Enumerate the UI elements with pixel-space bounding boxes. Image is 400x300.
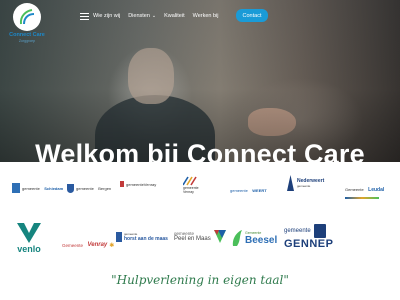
logo-venray[interactable]: Gemeente Venray ✱: [62, 236, 114, 254]
hero-banner: Welkom bij Connect Care: [0, 0, 400, 162]
tower-icon: [287, 175, 294, 191]
brand-logo[interactable]: Connect Care Zorggroep: [6, 2, 48, 50]
logo-venray-small[interactable]: gemeente Venray: [120, 181, 156, 187]
crest-icon: [116, 232, 122, 242]
logo-gennep[interactable]: gemeente GENNEP: [284, 224, 333, 250]
tagline: "Hulpverlening in eigen taal": [111, 273, 289, 287]
logo-bergen[interactable]: gemeente Bergen: [67, 179, 111, 197]
logo-horst-aan-de-maas[interactable]: gemeente horst aan de maas: [116, 232, 168, 242]
nav-kwaliteit[interactable]: Kwaliteit: [164, 13, 184, 19]
menu-icon[interactable]: [80, 12, 89, 20]
brand-subtitle: Zorggroep: [18, 39, 36, 43]
logo-nederweert[interactable]: Nederweert gemeente: [286, 175, 324, 191]
nav-werken-bij[interactable]: Werken bij: [193, 13, 219, 19]
logo-weert[interactable]: gemeente WEERT: [230, 181, 267, 199]
star-icon: ✱: [109, 242, 115, 249]
logo-venray-mark[interactable]: gemeente Venray: [183, 176, 199, 194]
municipality-logos: gemeente Schiedam gemeente Bergen gemeen…: [0, 170, 400, 270]
logo-leudal[interactable]: Gemeente Leudal: [345, 178, 384, 199]
crest-icon: [120, 181, 124, 187]
hero-overlay: [0, 0, 400, 162]
crest-icon: [67, 183, 74, 193]
logo-venlo[interactable]: venlo: [16, 222, 42, 254]
hero-title: Welkom bij Connect Care: [35, 139, 365, 162]
color-stripe: [345, 197, 379, 199]
crest-icon: [12, 183, 20, 193]
peel-en-maas-mark-icon: [213, 230, 226, 243]
chevron-down-icon: ⌄: [151, 13, 157, 19]
crest-icon: [313, 224, 326, 238]
logo-mark-icon: [13, 3, 41, 31]
contact-button[interactable]: Contact: [236, 9, 268, 22]
logo-beesel[interactable]: Gemeente Beesel: [231, 228, 277, 248]
nav-diensten[interactable]: Diensten ⌄: [128, 13, 156, 19]
beesel-dragon-icon: [232, 230, 242, 246]
venlo-v-icon: [17, 223, 41, 243]
brand-name: Connect Care: [9, 32, 45, 38]
stripes-icon: [183, 176, 197, 186]
nav-wie-zijn-wij[interactable]: Wie zijn wij: [93, 13, 120, 19]
main-nav: Wie zijn wij Diensten ⌄ Kwaliteit Werken …: [80, 10, 227, 22]
logo-peel-en-maas[interactable]: gemeente Peel en Maas: [174, 228, 227, 244]
logo-schiedam[interactable]: gemeente Schiedam: [12, 179, 63, 197]
